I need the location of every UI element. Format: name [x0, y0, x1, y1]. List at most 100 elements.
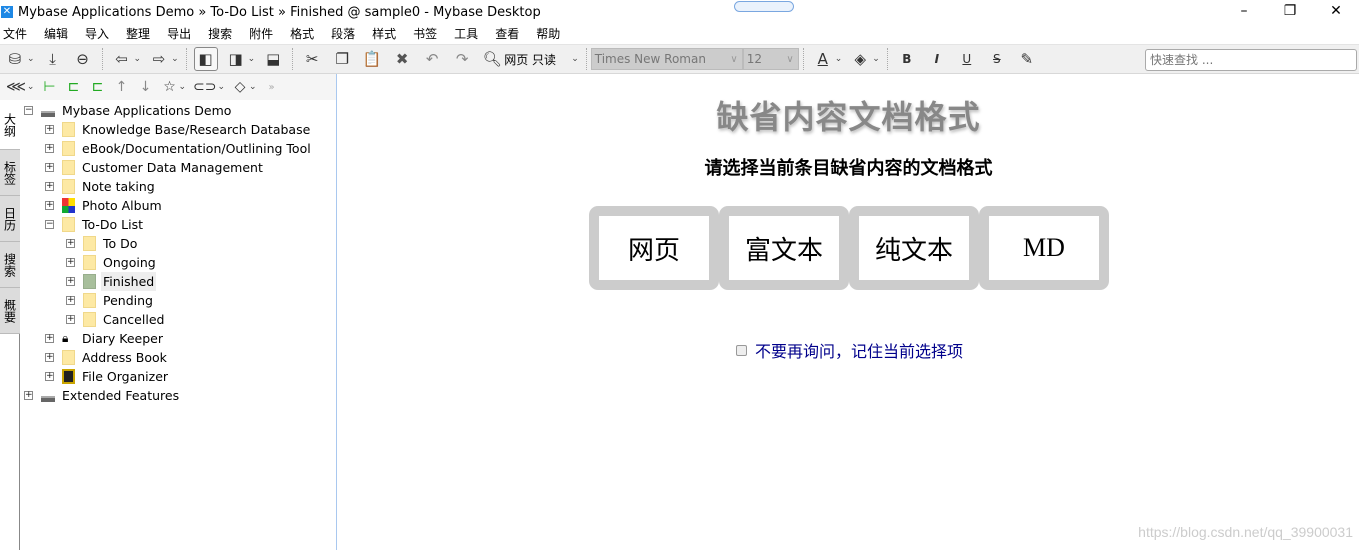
paste-icon[interactable]: 📋	[360, 47, 384, 71]
move-up-icon[interactable]: ↑	[113, 75, 129, 99]
tree-item[interactable]: − Mybase Applications Demo	[20, 101, 336, 120]
expand-icon[interactable]: +	[45, 163, 54, 172]
menu-item[interactable]: 样式	[369, 24, 403, 44]
format-richtext-button[interactable]: 富文本	[719, 206, 849, 290]
expand-icon[interactable]: +	[66, 277, 75, 286]
tree-item[interactable]: − To-Do List	[20, 215, 336, 234]
search-icon[interactable]: 🔍︎	[480, 47, 504, 71]
italic-icon[interactable]: I	[925, 47, 949, 71]
tree-item[interactable]: + eBook/Documentation/Outlining Tool	[20, 139, 336, 158]
maximize-button[interactable]: ❐	[1267, 0, 1313, 24]
tree-item[interactable]: + Extended Features	[20, 386, 336, 405]
delete-icon[interactable]: ✖	[390, 47, 414, 71]
chevron-down-icon[interactable]: ⌄	[571, 54, 579, 64]
underline-icon[interactable]: U	[955, 47, 979, 71]
left-pane-icon[interactable]: ◧	[193, 47, 218, 71]
strikethrough-icon[interactable]: S	[985, 47, 1009, 71]
tree-item[interactable]: + Ongoing	[20, 253, 336, 272]
tree-item[interactable]: + Customer Data Management	[20, 158, 336, 177]
expand-icon[interactable]: +	[66, 315, 75, 324]
format-markdown-button[interactable]: MD	[979, 206, 1109, 290]
menu-item[interactable]: 导出	[164, 24, 198, 44]
menu-item[interactable]: 导入	[82, 24, 116, 44]
expand-icon[interactable]: +	[45, 334, 54, 343]
close-db-icon[interactable]: ⊖	[71, 47, 95, 71]
right-pane-icon[interactable]: ◨	[224, 47, 248, 71]
expand-icon[interactable]: +	[66, 258, 75, 267]
move-down-icon[interactable]: ↓	[137, 75, 153, 99]
menu-item[interactable]: 书签	[410, 24, 444, 44]
font-color-icon[interactable]: A	[811, 47, 835, 71]
font-family-select[interactable]: Times New Roman ∨	[590, 48, 743, 70]
tree-item[interactable]: + Note taking	[20, 177, 336, 196]
menu-item[interactable]: 格式	[287, 24, 321, 44]
format-html-button[interactable]: 网页	[589, 206, 719, 290]
expand-icon[interactable]: +	[45, 372, 54, 381]
collapse-icon[interactable]: −	[45, 220, 54, 229]
bold-icon[interactable]: B	[895, 47, 919, 71]
tree-item[interactable]: + To Do	[20, 234, 336, 253]
add-child-icon[interactable]: ⊢	[41, 75, 57, 99]
add-sibling-icon[interactable]: ⊏	[65, 75, 81, 99]
chevron-down-icon[interactable]: ⌄	[835, 54, 843, 64]
minimize-button[interactable]: –	[1221, 0, 1267, 24]
menu-item[interactable]: 工具	[451, 24, 485, 44]
tree-item[interactable]: + 🔒︎ Diary Keeper	[20, 329, 336, 348]
forward-icon[interactable]: ⇨	[147, 47, 171, 71]
expand-icon[interactable]: +	[45, 125, 54, 134]
close-button[interactable]: ✕	[1313, 0, 1359, 24]
chevron-down-icon[interactable]: ⌄	[27, 54, 35, 64]
tag-icon[interactable]: ◇	[232, 75, 248, 99]
menu-item[interactable]: 文件	[0, 24, 34, 44]
share-icon[interactable]: ⋘	[6, 75, 26, 99]
chevron-down-icon[interactable]: ⌄	[872, 54, 880, 64]
expand-icon[interactable]: +	[45, 201, 54, 210]
back-icon[interactable]: ⇦	[110, 47, 134, 71]
chevron-down-icon[interactable]: ⌄	[171, 54, 179, 64]
expand-icon[interactable]: +	[66, 296, 75, 305]
tree-item[interactable]: + Finished	[20, 272, 336, 291]
tree-item[interactable]: + Cancelled	[20, 310, 336, 329]
database-icon[interactable]: ⛁	[3, 47, 27, 71]
copy-icon[interactable]: ❐	[330, 47, 354, 71]
menu-item[interactable]: 编辑	[41, 24, 75, 44]
undo-icon[interactable]: ↶	[420, 47, 444, 71]
side-tab[interactable]: 标签	[0, 150, 20, 196]
star-icon[interactable]: ☆	[161, 75, 177, 99]
quick-find-input[interactable]	[1145, 49, 1357, 71]
chevron-down-icon[interactable]: ⌄	[27, 82, 35, 92]
expand-icon[interactable]: +	[45, 353, 54, 362]
menu-item[interactable]: 搜索	[205, 24, 239, 44]
tree-item[interactable]: + Knowledge Base/Research Database	[20, 120, 336, 139]
expand-icon[interactable]: +	[24, 391, 33, 400]
menu-item[interactable]: 附件	[246, 24, 280, 44]
collapse-icon[interactable]: −	[24, 106, 33, 115]
bottom-pane-icon[interactable]: ⬓	[261, 47, 285, 71]
format-plaintext-button[interactable]: 纯文本	[849, 206, 979, 290]
remember-checkbox[interactable]	[736, 344, 747, 356]
side-tab[interactable]: 概要	[0, 288, 20, 334]
expand-icon[interactable]: +	[45, 144, 54, 153]
expand-icon[interactable]: +	[45, 182, 54, 191]
view-mode-label[interactable]: 网页 只读	[504, 51, 574, 68]
chevron-down-icon[interactable]: ⌄	[178, 82, 186, 92]
chevron-down-icon[interactable]: ⌄	[248, 54, 256, 64]
chevron-down-icon[interactable]: ⌄	[134, 54, 142, 64]
add-sibling-above-icon[interactable]: ⊏	[89, 75, 105, 99]
more-icon[interactable]: »	[264, 75, 280, 99]
side-tab[interactable]: 日历	[0, 196, 20, 242]
import-icon[interactable]: ⤓	[41, 47, 65, 71]
remember-choice[interactable]: 不要再询问，记住当前选择项	[736, 338, 963, 362]
menu-item[interactable]: 整理	[123, 24, 157, 44]
side-tab[interactable]: 搜索	[0, 242, 20, 288]
redo-icon[interactable]: ↷	[450, 47, 474, 71]
menu-item[interactable]: 帮助	[533, 24, 567, 44]
expand-icon[interactable]: +	[66, 239, 75, 248]
chevron-down-icon[interactable]: ⌄	[249, 82, 257, 92]
highlight-icon[interactable]: ◈	[848, 47, 872, 71]
tree-item[interactable]: + Address Book	[20, 348, 336, 367]
chevron-down-icon[interactable]: ⌄	[217, 82, 225, 92]
font-size-select[interactable]: 12 ∨	[742, 48, 799, 70]
tree-item[interactable]: + Photo Album	[20, 196, 336, 215]
menu-item[interactable]: 查看	[492, 24, 526, 44]
